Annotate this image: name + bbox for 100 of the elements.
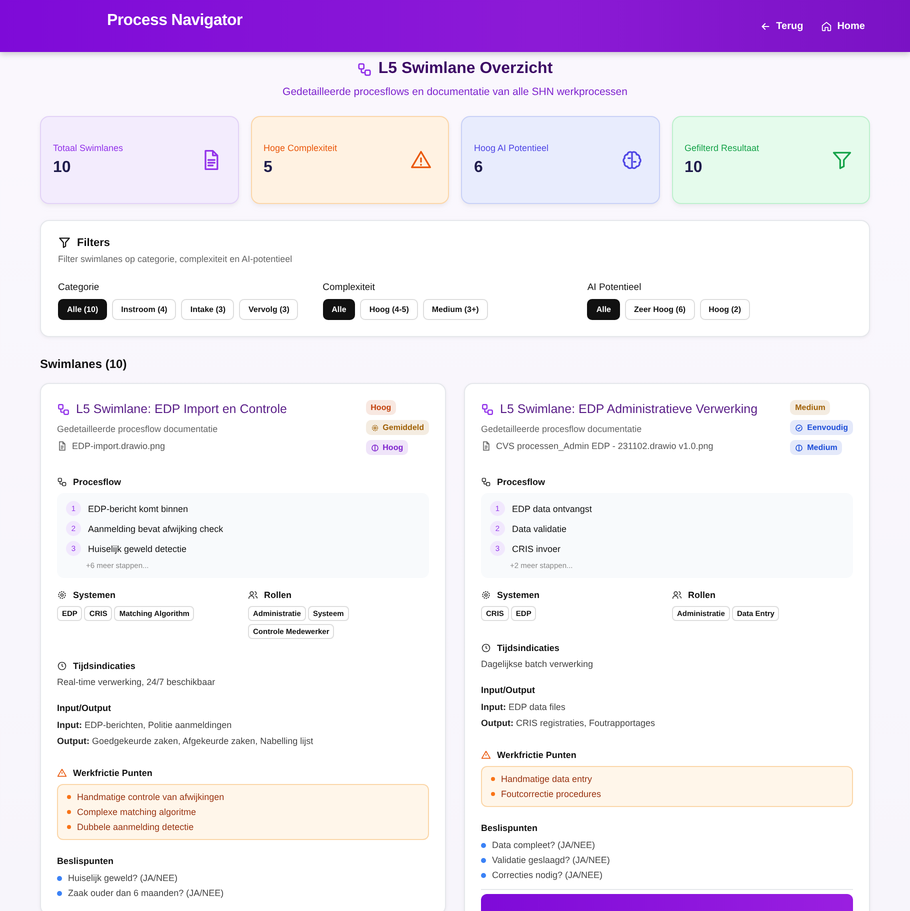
decision-item: Validatie geslaagd? (JA/NEE) (492, 855, 610, 865)
gear-icon (481, 590, 491, 600)
file-name: EDP-import.drawio.png (72, 441, 166, 451)
filter-chip[interactable]: Hoog (4-5) (360, 299, 418, 320)
io-text: Input: EDP-berichten, Politie aanmeldingen (57, 720, 233, 730)
stat-label: Hoog AI Potentieel (474, 143, 549, 153)
back-arrow-icon (760, 20, 772, 32)
bullet-icon (481, 872, 486, 878)
io-text: Output: CRIS registraties, Foutrapportages (481, 718, 656, 728)
step-text: Aanmelding bevat afwijking check (88, 524, 224, 534)
page-subtitle: Gedetailleerde procesflows en documentatie van alle SHN werkprocessen (282, 86, 628, 98)
step-text: EDP-bericht komt binnen (88, 504, 188, 514)
card-title: L5 Swimlane: EDP Administratieve Verwerking (500, 402, 758, 416)
stat-label: Totaal Swimlanes (53, 143, 124, 153)
users-icon (672, 590, 682, 600)
friction-item: Handmatige controle van afwijkingen (77, 792, 224, 802)
card-subtitle: Gedetailleerde procesflow documentatie (481, 424, 643, 434)
section-heading: Procesflow (73, 477, 122, 487)
friction-item: Dubbele aanmelding detectie (77, 822, 194, 832)
bullet-icon (57, 890, 62, 896)
bullet-icon (57, 876, 62, 880)
bullet-icon (481, 842, 486, 848)
workflow-icon (481, 402, 494, 416)
bullet-icon (491, 792, 495, 796)
section-heading: Rollen (264, 590, 292, 600)
stat-value: 5 (264, 159, 274, 177)
filter-chip[interactable]: Intake (3) (181, 299, 234, 320)
status-tag: Medium (790, 440, 842, 455)
stat-label: Gefilterd Resultaat (684, 143, 760, 153)
friction-item: Handmatige data entry (501, 774, 592, 784)
workflow-icon (481, 477, 491, 487)
section-heading: Swimlanes (10) (40, 357, 128, 371)
users-icon (248, 590, 258, 600)
section-heading: Werkfrictie Punten (497, 750, 576, 760)
clock-icon (481, 643, 491, 653)
filter-chip[interactable]: Alle (10) (58, 299, 108, 320)
home-icon (821, 20, 832, 32)
status-tag: Gemiddeld (366, 420, 429, 435)
check-circle-icon (795, 424, 804, 432)
nav-link[interactable]: Home (821, 20, 865, 32)
nav-link[interactable]: Terug (760, 20, 804, 32)
gear-icon (57, 590, 67, 600)
section-heading: Procesflow (497, 477, 546, 487)
filter-chip[interactable]: Alle (587, 299, 620, 320)
action-button[interactable] (481, 894, 853, 911)
filter-chip[interactable]: Hoog (2) (700, 299, 750, 320)
file-name: CVS processen_Admin EDP - 231102.drawio v1.0.png (496, 441, 714, 451)
step-text: EDP data ontvangst (512, 504, 592, 514)
decision-item: Correcties nodig? (JA/NEE) (492, 870, 603, 880)
clock-icon (57, 661, 67, 671)
card-subtitle: Gedetailleerde procesflow documentatie (57, 424, 219, 434)
bullet-icon (67, 810, 71, 814)
app-title: Process Navigator (107, 12, 242, 30)
filter-group-label: Complexiteit (322, 282, 376, 293)
section-heading: Systemen (497, 590, 540, 600)
section-heading: Input/Output (481, 685, 535, 695)
status-tag: Hoog (366, 440, 408, 455)
file-icon (57, 441, 67, 451)
filter-icon (831, 149, 853, 171)
stat-value: 10 (53, 159, 72, 177)
io-text: Output: Goedgekeurde zaken, Afgekeurde zaken, Nabelling lijst (57, 736, 314, 746)
step-text: CRIS invoer (512, 544, 561, 554)
friction-item: Complexe matching algoritme (77, 807, 196, 817)
stat-value: 10 (684, 159, 704, 177)
step-text: Data validatie (512, 524, 567, 534)
section-heading: Tijdsindicaties (497, 643, 560, 653)
section-heading: Beslispunten (57, 856, 114, 866)
filters-description: Filter swimlanes op categorie, complexiteit en AI-potentieel (58, 254, 294, 264)
decision-item: Data compleet? (JA/NEE) (492, 840, 596, 850)
filter-group-label: Categorie (58, 282, 100, 293)
decision-item: Zaak ouder dan 6 maanden? (JA/NEE) (68, 888, 224, 898)
bullet-icon (67, 795, 71, 799)
gear-icon (370, 424, 379, 432)
workflow-icon (57, 402, 70, 416)
filters-title: Filters (77, 236, 110, 248)
filter-chip[interactable]: Zeer Hoog (6) (625, 299, 695, 320)
friction-item: Foutcorrectie procedures (501, 789, 602, 799)
warning-icon (57, 768, 67, 778)
card-title: L5 Swimlane: EDP Import en Controle (76, 402, 287, 416)
page-title: L5 Swimlane Overzicht (378, 60, 553, 78)
decision-item: Huiselijk geweld? (JA/NEE) (68, 873, 178, 883)
filter-chip[interactable]: Medium (3+) (422, 299, 488, 320)
filter-group-label: AI Potentieel (587, 282, 642, 293)
section-heading: Rollen (688, 590, 716, 600)
section-heading: Beslispunten (481, 823, 538, 833)
section-heading: Input/Output (57, 703, 111, 713)
filter-chip[interactable]: Instroom (4) (112, 299, 176, 320)
filter-chip[interactable]: Alle (322, 299, 356, 320)
section-heading: Tijdsindicaties (73, 661, 136, 671)
filter-icon (58, 236, 71, 249)
warning-icon (410, 149, 432, 171)
io-text: Input: EDP data files (481, 702, 566, 712)
bullet-icon (491, 777, 495, 781)
filter-chip[interactable]: Vervolg (3) (239, 299, 298, 320)
warning-icon (481, 750, 491, 760)
workflow-icon (57, 477, 67, 487)
file-icon (481, 441, 491, 451)
time-text: Dagelijkse batch verwerking (481, 659, 594, 669)
stat-label: Hoge Complexiteit (264, 143, 338, 153)
stat-value: 6 (474, 159, 484, 177)
